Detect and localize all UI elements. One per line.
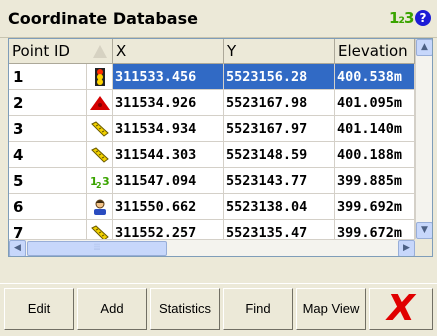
table-row[interactable]: 1 311533.456 5523156.28 400.538m [9, 64, 415, 90]
sort-arrow-icon [93, 45, 107, 58]
horizontal-scroll-thumb[interactable]: ⦙⦙⦙ [27, 241, 167, 256]
elevation-cell[interactable]: 401.140m [335, 116, 415, 142]
x-cell[interactable]: 311544.303 [113, 142, 224, 168]
find-button[interactable]: Find [223, 288, 293, 330]
help-icon[interactable]: ? [415, 10, 431, 26]
statistics-button[interactable]: Statistics [150, 288, 220, 330]
ruler-icon [87, 116, 112, 141]
elevation-cell[interactable]: 401.095m [335, 90, 415, 116]
person-icon [87, 194, 112, 219]
point-type-cell[interactable] [87, 142, 113, 168]
point-type-cell[interactable] [87, 116, 113, 142]
point-type-cell[interactable]: 123 [87, 168, 113, 194]
scrollbar-corner [415, 239, 432, 256]
x-cell[interactable]: 311550.662 [113, 194, 224, 220]
x-cell[interactable]: 311547.094 [113, 168, 224, 194]
table-row[interactable]: 4 311544.303 5523148.59 400.188m [9, 142, 415, 168]
point-id-cell[interactable]: 2 [9, 90, 87, 116]
window-title: Coordinate Database [8, 9, 198, 28]
red-triangle-icon [87, 90, 112, 115]
y-cell[interactable]: 5523156.28 [224, 64, 335, 90]
elevation-cell[interactable]: 400.538m [335, 64, 415, 90]
close-button[interactable]: X [369, 288, 433, 330]
elevation-cell[interactable]: 399.885m [335, 168, 415, 194]
elevation-cell[interactable]: 399.692m [335, 194, 415, 220]
numeric-icon: 123 [87, 168, 112, 193]
table-row[interactable]: 2 311534.926 5523167.98 401.095m [9, 90, 415, 116]
table-row[interactable]: 3 311534.934 5523167.97 401.140m [9, 116, 415, 142]
column-header-point-id[interactable]: Point ID [9, 39, 113, 64]
point-id-cell[interactable]: 4 [9, 142, 87, 168]
table-row[interactable]: 6 311550.662 5523138.04 399.692m [9, 194, 415, 220]
coordinate-grid[interactable]: Point ID X Y Elevation 1 311533.456 552315… [8, 38, 433, 257]
x-cell[interactable]: 311533.456 [113, 64, 224, 90]
y-cell[interactable]: 5523167.98 [224, 90, 335, 116]
point-type-cell[interactable] [87, 90, 113, 116]
x-cell[interactable]: 311534.934 [113, 116, 224, 142]
y-cell[interactable]: 5523143.77 [224, 168, 335, 194]
numeric-mode-icon[interactable]: 1₂3 [389, 9, 414, 27]
map-view-button[interactable]: Map View [296, 288, 366, 330]
add-button[interactable]: Add [77, 288, 147, 330]
column-header-label: Point ID [12, 42, 70, 60]
elevation-cell[interactable]: 400.188m [335, 142, 415, 168]
point-type-cell[interactable] [87, 64, 113, 90]
bottom-toolbar: Edit Add Statistics Find Map View X [0, 283, 437, 332]
close-icon: X [387, 288, 415, 329]
y-cell[interactable]: 5523148.59 [224, 142, 335, 168]
point-type-cell[interactable] [87, 194, 113, 220]
scroll-up-button[interactable]: ▲ [416, 39, 432, 56]
table-row[interactable]: 5 1 2 3 311547.094 5523143.77 399.885m [9, 168, 415, 194]
svg-text:3: 3 [102, 175, 110, 188]
column-header-y[interactable]: Y [224, 39, 335, 64]
scroll-right-button[interactable]: ▶ [398, 240, 415, 256]
table-header: Point ID X Y Elevation [9, 39, 415, 64]
y-cell[interactable]: 5523138.04 [224, 194, 335, 220]
y-cell[interactable]: 5523167.97 [224, 116, 335, 142]
column-header-elevation[interactable]: Elevation [335, 39, 415, 64]
title-bar: Coordinate Database 1₂3 ? [0, 0, 437, 38]
vertical-scrollbar[interactable]: ▲ ▼ [415, 39, 432, 239]
svg-text:2: 2 [96, 181, 102, 189]
column-header-x[interactable]: X [113, 39, 224, 64]
traffic-light-icon [87, 64, 112, 89]
point-id-cell[interactable]: 1 [9, 64, 87, 90]
point-id-cell[interactable]: 3 [9, 116, 87, 142]
scroll-left-button[interactable]: ◀ [9, 240, 26, 256]
point-id-cell[interactable]: 5 [9, 168, 87, 194]
ruler-icon [87, 142, 112, 167]
x-cell[interactable]: 311534.926 [113, 90, 224, 116]
point-id-cell[interactable]: 6 [9, 194, 87, 220]
scroll-down-button[interactable]: ▼ [416, 222, 432, 239]
horizontal-scrollbar[interactable]: ◀ ⦙⦙⦙ ▶ [9, 239, 415, 256]
edit-button[interactable]: Edit [4, 288, 74, 330]
